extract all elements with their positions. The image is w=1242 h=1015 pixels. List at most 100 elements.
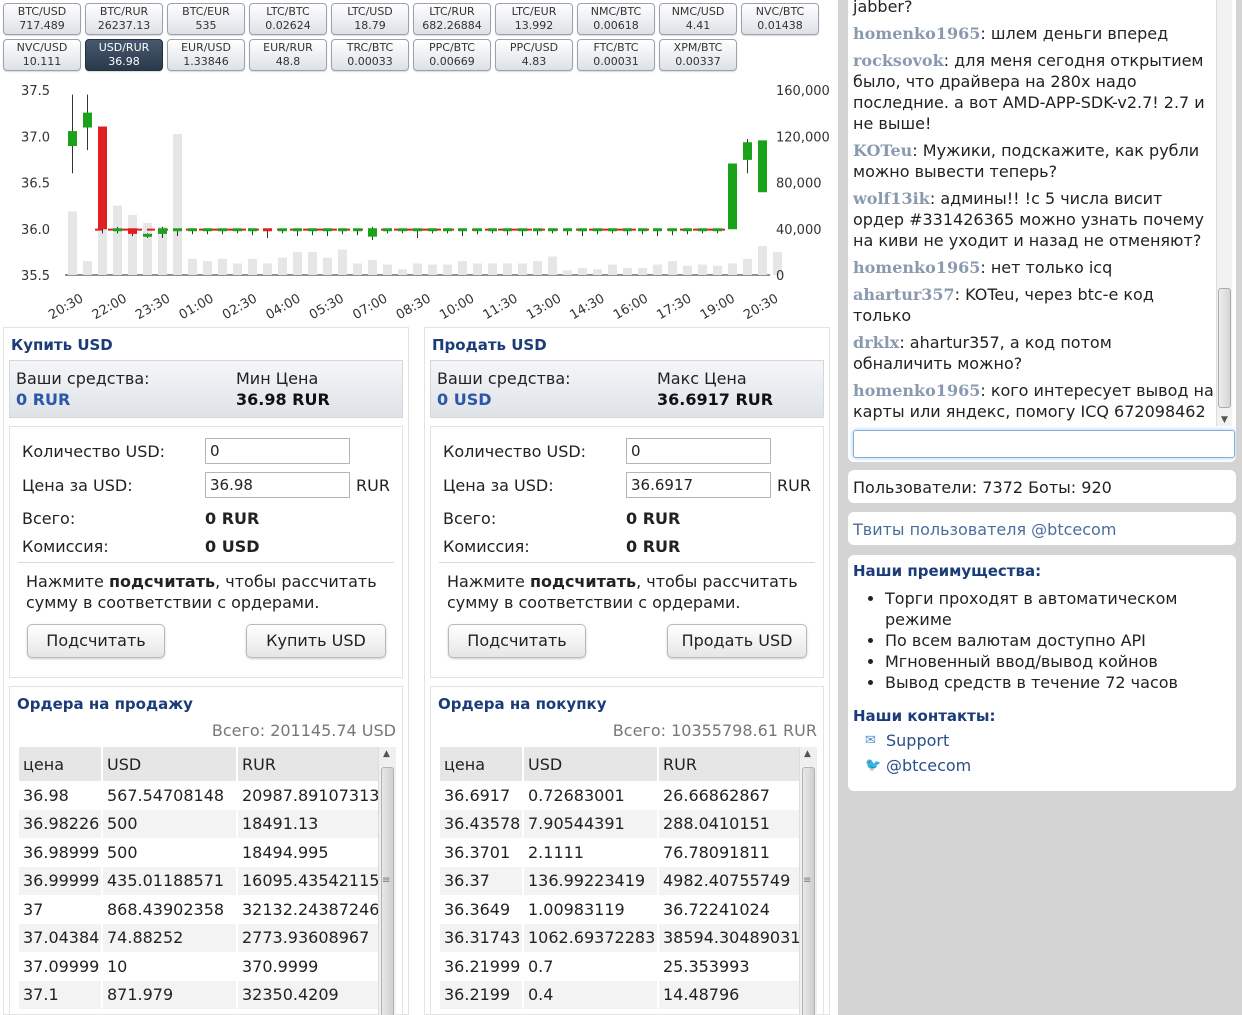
table-row[interactable]: 36.3701 2.1111 76.78091811 — [440, 838, 800, 867]
table-row[interactable]: 37.09999 10 370.9999 — [19, 952, 379, 981]
twitter-link[interactable]: 🐦 @btcecom — [865, 756, 1231, 775]
volume-bar — [293, 251, 302, 275]
chat-username[interactable]: rocksovok — [853, 51, 944, 70]
pair-button-xpm-btc[interactable]: XPM/BTC 0.00337 — [659, 39, 737, 71]
pair-row-2: NVC/USD 10.111 USD/RUR 36.98 EUR/USD 1.33846 E… — [3, 39, 833, 71]
sell-calc-button[interactable]: Подсчитать — [448, 624, 586, 658]
chat-username[interactable]: KOTeu — [853, 141, 912, 160]
table-row[interactable]: 37.1 871.979 32350.4209 — [19, 980, 380, 1009]
table-row[interactable]: 37.04384 74.88252 2773.93608967 — [19, 923, 380, 952]
candle-body — [668, 228, 677, 232]
table-row[interactable]: 36.21999 0.7 25.353993 — [440, 952, 800, 981]
chat-input[interactable] — [853, 430, 1235, 458]
table-row[interactable]: 36.98226 500 18491.13 — [19, 809, 380, 838]
pair-button-ppc-btc[interactable]: PPC/BTC 0.00669 — [413, 39, 491, 71]
pair-button-eur-rur[interactable]: EUR/RUR 48.8 — [249, 39, 327, 71]
pair-button-nvc-usd[interactable]: NVC/USD 10.111 — [3, 39, 81, 71]
candle-body — [398, 228, 407, 232]
pair-button-nvc-btc[interactable]: NVC/BTC 0.01438 — [741, 3, 819, 35]
sell-qty-input[interactable] — [626, 438, 771, 464]
volume-bar — [503, 263, 512, 275]
pair-name: NVC/BTC — [755, 5, 805, 18]
y-tick-label: 37.5 — [21, 84, 50, 99]
pair-button-btc-eur[interactable]: BTC/EUR 535 — [167, 3, 245, 35]
scroll-grip-icon: ≡ — [382, 875, 391, 886]
candle-body — [188, 228, 197, 232]
x-tick-label: 14:30 — [568, 291, 608, 320]
sell-price-input[interactable] — [626, 472, 771, 498]
chat-username[interactable]: ahartur357 — [853, 285, 955, 304]
pair-rate: 1.33846 — [183, 55, 229, 68]
candle-body — [368, 228, 377, 237]
pair-button-usd-rur[interactable]: USD/RUR 36.98 — [85, 39, 163, 71]
table-row[interactable]: 36.3649 1.00983119 36.72241024 — [440, 895, 800, 924]
table-row[interactable]: 36.98999 500 18494.995 — [19, 838, 379, 867]
support-link[interactable]: ✉ Support — [865, 731, 1231, 750]
pair-button-btc-usd[interactable]: BTC/USD 717.489 — [3, 3, 81, 35]
pair-button-trc-btc[interactable]: TRC/BTC 0.00033 — [331, 39, 409, 71]
sell-price-value[interactable]: 36.6917 RUR — [657, 390, 773, 409]
sell-total-value: 0 RUR — [626, 509, 681, 528]
scroll-thumb[interactable] — [802, 767, 815, 1015]
chat-username[interactable]: homenko1965 — [853, 381, 980, 400]
chat-scrollbar[interactable]: ▼ — [1216, 0, 1232, 426]
pair-button-ftc-btc[interactable]: FTC/BTC 0.00031 — [577, 39, 655, 71]
buy-calc-button[interactable]: Подсчитать — [27, 624, 165, 658]
pair-name: EUR/USD — [181, 41, 231, 54]
pair-button-nmc-btc[interactable]: NMC/BTC 0.00618 — [577, 3, 655, 35]
scroll-down-icon[interactable]: ▼ — [1221, 415, 1228, 425]
sell-funds-value[interactable]: 0 USD — [437, 390, 492, 409]
table-row[interactable]: 36.43578 7.90544391 288.0410151 — [440, 809, 801, 838]
buy-orders-scrollbar[interactable]: ▲ ≡ — [799, 747, 817, 1015]
table-row[interactable]: 36.31743 1062.69372283 38594.30489031 — [440, 923, 801, 952]
tweets-link[interactable]: Твиты пользователя @btcecom — [848, 512, 1236, 545]
support-label[interactable]: Support — [886, 731, 949, 750]
sell-funds-box: Ваши средства: 0 USD Макс Цена 36.6917 R… — [430, 360, 824, 418]
pair-button-nmc-usd[interactable]: NMC/USD 4.41 — [659, 3, 737, 35]
scroll-thumb[interactable] — [381, 767, 394, 1015]
cell-usd: 0.4 — [524, 980, 657, 1009]
pair-rate: 10.111 — [22, 55, 62, 68]
col-usd: USD — [524, 747, 657, 781]
chat-scroll-thumb[interactable] — [1218, 288, 1231, 408]
buy-usd-button[interactable]: Купить USD — [246, 624, 386, 658]
pair-button-ltc-rur[interactable]: LTC/RUR 682.26884 — [413, 3, 491, 35]
table-row[interactable]: 36.2199 0.4 14.48796 — [440, 980, 801, 1009]
twitter-label[interactable]: @btcecom — [886, 756, 971, 775]
buy-qty-input[interactable] — [205, 438, 350, 464]
chat-text: : шлем деньги вперед — [980, 24, 1169, 43]
pair-button-eur-usd[interactable]: EUR/USD 1.33846 — [167, 39, 245, 71]
buy-price-value[interactable]: 36.98 RUR — [236, 390, 330, 409]
cell-rur: 26.66862867 — [663, 785, 770, 805]
volume-bar — [368, 259, 377, 275]
volume-bar — [728, 263, 737, 275]
volume-bar — [203, 261, 212, 275]
pair-button-ltc-btc[interactable]: LTC/BTC 0.02624 — [249, 3, 327, 35]
chat-username[interactable]: wolf13ik — [853, 189, 930, 208]
chat-messages: jabber? homenko1965: шлем деньги вперед ro… — [853, 0, 1215, 428]
pair-button-ltc-eur[interactable]: LTC/EUR 13.992 — [495, 3, 573, 35]
chat-username[interactable]: drklx — [853, 333, 899, 352]
scroll-up-icon[interactable]: ▲ — [804, 749, 811, 759]
table-row[interactable]: 36.99999 435.01188571 16095.43542115 — [19, 866, 380, 895]
chat-username[interactable]: homenko1965 — [853, 258, 980, 277]
volume-bar — [743, 258, 752, 275]
pair-button-btc-rur[interactable]: BTC/RUR 26237.13 — [85, 3, 163, 35]
buy-funds-value[interactable]: 0 RUR — [16, 390, 70, 409]
volume-bar — [623, 268, 632, 275]
cell-price: 37.09999 — [23, 956, 100, 976]
pair-button-ppc-usd[interactable]: PPC/USD 4.83 — [495, 39, 573, 71]
table-row[interactable]: 36.6917 0.72683001 26.66862867 — [440, 781, 800, 810]
users-count: Пользователи: 7372 Боты: 920 — [848, 470, 1236, 503]
sell-usd-button[interactable]: Продать USD — [667, 624, 807, 658]
table-row[interactable]: 37 868.43902358 32132.24387246 — [19, 895, 379, 924]
pair-button-ltc-usd[interactable]: LTC/USD 18.79 — [331, 3, 409, 35]
table-row[interactable]: 36.98 567.54708148 20987.89107313 — [19, 781, 379, 810]
table-row[interactable]: 36.37 136.99223419 4982.40755749 — [440, 866, 801, 895]
scroll-up-icon[interactable]: ▲ — [383, 749, 390, 759]
sell-orders-scrollbar[interactable]: ▲ ≡ — [378, 747, 396, 1015]
buy-price-input[interactable] — [205, 472, 350, 498]
x-tick-label: 08:30 — [394, 291, 434, 320]
volume-bar — [188, 258, 197, 275]
chat-username[interactable]: homenko1965 — [853, 24, 980, 43]
